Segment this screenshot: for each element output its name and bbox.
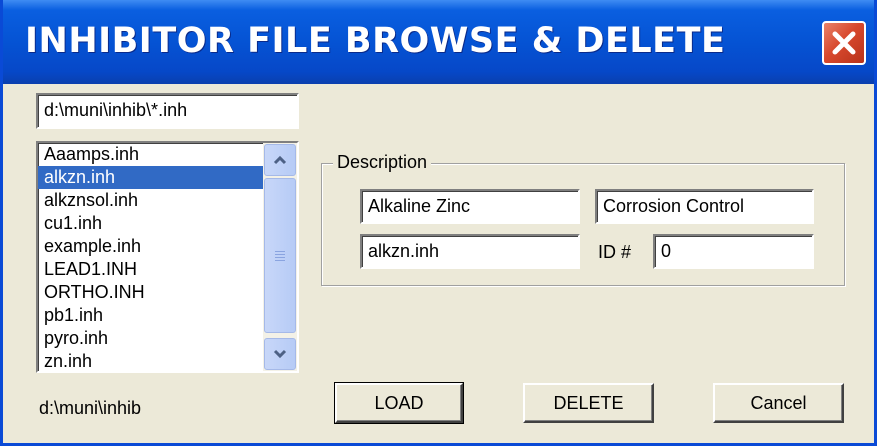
file-list-item[interactable]: ORTHO.INH <box>38 281 264 304</box>
delete-button[interactable]: DELETE <box>523 383 654 423</box>
file-filter-input[interactable]: d:\muni\inhib\*.inh <box>36 93 299 129</box>
file-listbox[interactable]: Aaamps.inh alkzn.inh alkznsol.inh cu1.inh ex… <box>36 141 299 373</box>
current-directory-label: d:\muni\inhib <box>39 398 142 418</box>
scroll-thumb[interactable] <box>264 178 296 333</box>
close-x-icon <box>832 31 856 55</box>
file-list-item[interactable]: example.inh <box>38 235 264 258</box>
description-filename-input[interactable]: alkzn.inh <box>360 234 580 269</box>
chevron-down-icon <box>273 349 287 359</box>
file-list-item[interactable]: zn.inh <box>38 350 264 371</box>
chevron-up-icon <box>273 155 287 165</box>
description-name-input[interactable]: Alkaline Zinc <box>360 189 580 224</box>
file-list-item[interactable]: Aaamps.inh <box>38 143 264 166</box>
title-bar[interactable]: INHIBITOR FILE BROWSE & DELETE <box>3 0 874 84</box>
description-group-label: Description <box>333 152 432 172</box>
id-input[interactable]: 0 <box>653 234 814 269</box>
file-list-item[interactable]: pyro.inh <box>38 327 264 350</box>
file-list-item[interactable]: alkzn.inh <box>38 166 264 189</box>
scroll-down-button[interactable] <box>264 338 296 370</box>
scroll-up-button[interactable] <box>264 144 296 176</box>
thumb-grip-icon <box>275 249 285 263</box>
close-button[interactable] <box>822 21 866 65</box>
load-button[interactable]: LOAD <box>334 382 464 424</box>
file-list-item[interactable]: pb1.inh <box>38 304 264 327</box>
cancel-button[interactable]: Cancel <box>713 383 844 423</box>
file-list-item[interactable]: cu1.inh <box>38 212 264 235</box>
description-category-input[interactable]: Corrosion Control <box>595 189 814 224</box>
file-list-items: Aaamps.inh alkzn.inh alkznsol.inh cu1.inh ex… <box>38 143 264 371</box>
file-list-item[interactable]: alkznsol.inh <box>38 189 264 212</box>
file-list-item[interactable]: LEAD1.INH <box>38 258 264 281</box>
window-title: INHIBITOR FILE BROWSE & DELETE <box>25 21 726 61</box>
list-scrollbar[interactable] <box>263 143 297 371</box>
dialog-window: INHIBITOR FILE BROWSE & DELETE d:\muni\i… <box>0 0 877 446</box>
id-label: ID # <box>598 242 632 262</box>
